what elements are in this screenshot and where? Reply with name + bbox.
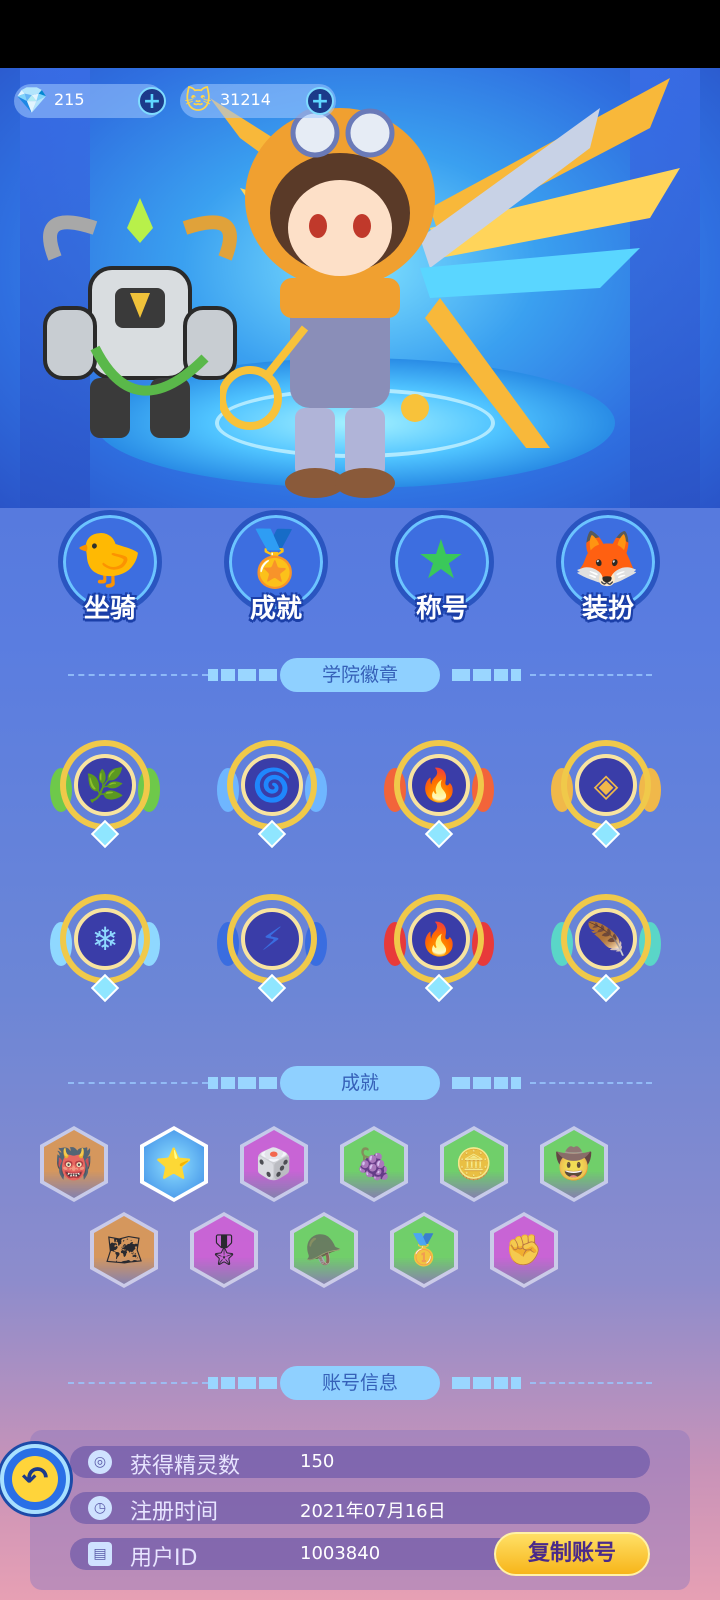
cat-coin-icon: 🐱	[184, 86, 212, 116]
achievement-item[interactable]: 🤠	[540, 1126, 608, 1202]
achievement-button[interactable]: 🏅 成就	[222, 510, 330, 624]
map-icon: 🗺	[94, 1216, 154, 1284]
outfit-button[interactable]: 🦊 装扮	[554, 510, 662, 624]
snowflake-icon: ❄	[74, 908, 136, 970]
divider-line	[68, 1382, 208, 1384]
flame-crest-icon: 🔥	[408, 908, 470, 970]
achievement-item[interactable]: 🍇	[340, 1126, 408, 1202]
spirit-count-row: ◎ 获得精灵数 150	[70, 1446, 650, 1479]
academy-badge[interactable]: ❄	[48, 882, 162, 1003]
coin-icon: 🪙	[444, 1130, 504, 1198]
character-display	[0, 68, 720, 508]
divider-line	[530, 1082, 652, 1084]
lightning-icon: ⚡	[241, 908, 303, 970]
duck-icon: 🐤	[75, 527, 143, 590]
divider-blocks	[452, 1077, 524, 1089]
winged-medal-icon: 🎖	[194, 1216, 254, 1284]
register-time-row: ◷ 注册时间 2021年07月16日	[70, 1492, 650, 1525]
add-diamond-button[interactable]: +	[138, 87, 166, 115]
back-button[interactable]: ↶	[0, 1444, 70, 1514]
mount-button[interactable]: 🐤 坐骑	[56, 510, 164, 624]
soldier-icon: 🪖	[294, 1216, 354, 1284]
academy-badge[interactable]: 🔥	[382, 728, 496, 849]
academy-badge[interactable]: 🔥	[382, 882, 496, 1003]
leaf-icon: 🌿	[74, 754, 136, 816]
back-arrow-icon: ↶	[12, 1456, 58, 1502]
rank-one-icon: 🥇	[394, 1216, 454, 1284]
divider-blocks	[452, 669, 524, 681]
medal-icon: 🏅	[241, 527, 309, 590]
achievement-item[interactable]: 🪙	[440, 1126, 508, 1202]
divider-line	[530, 674, 652, 676]
divider-blocks	[208, 1077, 280, 1089]
menu-label: 装扮	[581, 594, 634, 624]
spirit-count-value: 150	[300, 1451, 335, 1472]
status-bar	[0, 0, 720, 68]
diamond-counter: 💎 215 +	[14, 84, 166, 118]
academy-badge[interactable]: 🌀	[215, 728, 329, 849]
star-shield-icon: ★	[416, 527, 466, 591]
badges-divider: 学院徽章	[0, 658, 720, 692]
achievements-divider: 成就	[0, 1066, 720, 1100]
add-coin-button[interactable]: +	[306, 87, 334, 115]
cowboy-icon: 🤠	[544, 1130, 604, 1198]
achievement-item[interactable]: ✊	[490, 1212, 558, 1288]
crown-star-icon: ⭐	[144, 1130, 204, 1198]
academy-badge[interactable]: ⚡	[215, 882, 329, 1003]
coin-counter: 🐱 31214 +	[180, 84, 336, 118]
pokeball-icon: ◎	[88, 1450, 112, 1474]
divider-line	[530, 1382, 652, 1384]
mecha-pet-art	[43, 198, 237, 438]
menu-label: 成就	[249, 594, 302, 624]
menu-label: 坐骑	[83, 594, 136, 624]
achievements-section-title: 成就	[280, 1066, 440, 1100]
wing-icon: 🪶	[575, 908, 637, 970]
achievement-item[interactable]: 👹	[40, 1126, 108, 1202]
spirit-count-label: 获得精灵数	[130, 1454, 241, 1479]
badges-section-title: 学院徽章	[280, 658, 440, 692]
account-divider: 账号信息	[0, 1366, 720, 1400]
achievement-item[interactable]: 🥇	[390, 1212, 458, 1288]
copy-account-button[interactable]: 复制账号	[494, 1532, 650, 1576]
id-card-icon: ▤	[88, 1542, 112, 1566]
coin-value: 31214	[220, 90, 271, 109]
user-id-label: 用户ID	[130, 1546, 198, 1571]
divider-line	[68, 1082, 208, 1084]
divider-blocks	[208, 669, 280, 681]
academy-badge[interactable]: ◈	[549, 728, 663, 849]
earth-icon: ◈	[575, 754, 637, 816]
fruit-icon: 🍇	[344, 1130, 404, 1198]
user-id-value: 1003840	[300, 1543, 381, 1564]
achievement-item[interactable]: 🎲	[240, 1126, 308, 1202]
register-time-label: 注册时间	[130, 1500, 219, 1525]
divider-line	[68, 674, 208, 676]
demon-helmet-icon: 👹	[44, 1130, 104, 1198]
title-button[interactable]: ★ 称号	[388, 510, 496, 624]
menu-label: 称号	[415, 594, 468, 624]
dice-icon: 🎲	[244, 1130, 304, 1198]
clock-icon: ◷	[88, 1496, 112, 1520]
account-section-title: 账号信息	[280, 1366, 440, 1400]
register-time-value: 2021年07月16日	[300, 1501, 446, 1522]
academy-badge[interactable]: 🌿	[48, 728, 162, 849]
achievement-item[interactable]: 🗺	[90, 1212, 158, 1288]
player-character-art	[220, 108, 435, 498]
fire-icon: 🔥	[408, 754, 470, 816]
achievement-item[interactable]: 🎖	[190, 1212, 258, 1288]
heart-gem-icon: 💎	[15, 86, 49, 116]
academy-badge[interactable]: 🪶	[549, 882, 663, 1003]
divider-blocks	[208, 1377, 280, 1389]
diamond-value: 215	[54, 90, 85, 109]
fist-icon: ✊	[494, 1216, 554, 1284]
achievement-item[interactable]: ⭐	[140, 1126, 208, 1202]
achievement-item[interactable]: 🪖	[290, 1212, 358, 1288]
fox-sweater-icon: 🦊	[573, 527, 641, 590]
wind-icon: 🌀	[241, 754, 303, 816]
divider-blocks	[452, 1377, 524, 1389]
